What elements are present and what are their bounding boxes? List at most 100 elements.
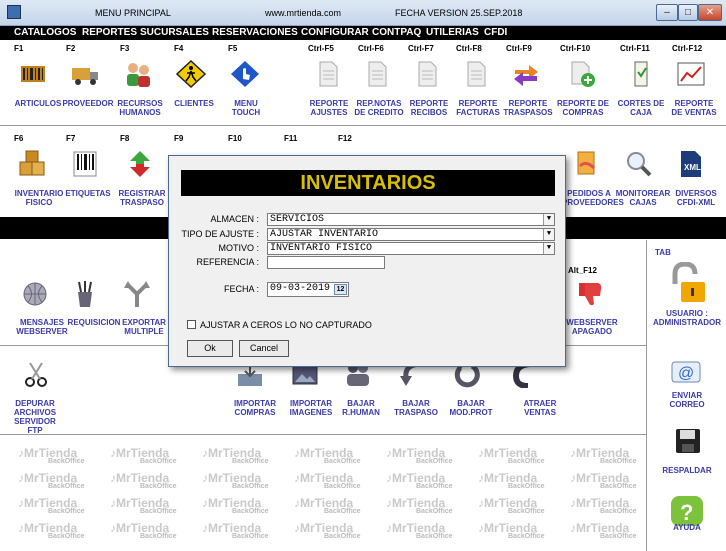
fecha-input[interactable]: 09-03-2019 12: [267, 282, 349, 297]
thumbs-down-icon[interactable]: [576, 280, 606, 308]
motivo-select[interactable]: INVENTARIO FISICO ▼: [267, 242, 555, 255]
document-icon[interactable]: [412, 60, 442, 88]
ayuda-button[interactable]: AYUDA: [647, 523, 726, 532]
clientes-button[interactable]: CLIENTES: [168, 99, 220, 108]
inventario-fisico-button[interactable]: INVENTARIO FISICO: [10, 189, 68, 207]
touch-hand-icon[interactable]: [230, 60, 260, 88]
transfer-arrows-icon[interactable]: [511, 60, 541, 88]
close-button[interactable]: ✕: [698, 4, 722, 21]
watermark-logo: ♪MrTienda BackOffice: [570, 471, 637, 490]
ajustar-ceros-checkbox[interactable]: [187, 320, 196, 329]
depurar-ftp-button[interactable]: DEPURAR ARCHIVOS SERVIDOR FTP: [10, 399, 60, 435]
menu-catalogos[interactable]: CATALOGOS: [14, 27, 76, 38]
xml-file-icon[interactable]: XML: [676, 150, 706, 178]
diversos-cfdi-button[interactable]: DIVERSOS CFDI-XML: [668, 189, 724, 207]
watermark-sub: BackOffice: [140, 458, 177, 465]
reporte-ventas-button[interactable]: REPORTE DE VENTAS: [666, 99, 722, 117]
orders-hand-icon[interactable]: [572, 150, 602, 178]
maximize-button[interactable]: □: [678, 4, 698, 21]
window-titlebar: MENU PRINCIPAL www.mrtienda.com FECHA VE…: [0, 0, 726, 26]
watermark-sub: BackOffice: [232, 533, 269, 540]
tipo-ajuste-select[interactable]: AJUSTAR INVENTARIO ▼: [267, 228, 555, 241]
fkey-f5: F5: [228, 44, 238, 53]
tab-label: TAB: [655, 248, 671, 257]
reporte-recibos-button[interactable]: REPORTE RECIBOS: [402, 99, 456, 117]
recursos-humanos-button[interactable]: RECURSOS HUMANOS: [114, 99, 166, 117]
bajar-traspaso-button[interactable]: BAJAR TRASPASO: [388, 399, 444, 417]
mensajes-webserver-button[interactable]: MENSAJES WEBSERVER: [12, 318, 72, 336]
importar-compras-button[interactable]: IMPORTAR COMPRAS: [226, 399, 284, 417]
reporte-compras-button[interactable]: REPORTE DE COMPRAS: [554, 99, 612, 117]
divider: [0, 434, 646, 435]
reporte-facturas-button[interactable]: REPORTE FACTURAS: [450, 99, 506, 117]
watermark-logo: ♪MrTienda BackOffice: [202, 521, 269, 540]
cortes-caja-button[interactable]: CORTES DE CAJA: [614, 99, 668, 117]
menu-reportes[interactable]: REPORTES: [82, 27, 137, 38]
enviar-correo-button[interactable]: ENVIAR CORREO: [647, 391, 726, 409]
pedestrian-sign-icon[interactable]: [176, 60, 206, 88]
boxes-icon[interactable]: [18, 150, 48, 178]
importar-imagenes-button[interactable]: IMPORTAR IMAGENES: [282, 399, 340, 417]
referencia-input[interactable]: [267, 256, 385, 269]
chevron-down-icon[interactable]: ▼: [543, 243, 554, 254]
almacen-select[interactable]: SERVICIOS ▼: [267, 213, 555, 226]
document-icon[interactable]: [313, 60, 343, 88]
menu-cfdi[interactable]: CFDI: [484, 27, 507, 38]
etiquetas-button[interactable]: ETIQUETAS: [62, 189, 114, 198]
calendar-icon[interactable]: 12: [334, 284, 347, 295]
padlock-icon[interactable]: [667, 262, 707, 304]
atraer-ventas-button[interactable]: ATRAER VENTAS: [512, 399, 568, 417]
receipt-check-icon[interactable]: [626, 60, 656, 88]
ok-button[interactable]: Ok: [187, 340, 233, 357]
document-icon[interactable]: [461, 60, 491, 88]
email-icon[interactable]: @: [669, 356, 703, 386]
fkey-f9: F9: [174, 134, 184, 143]
reporte-ajustes-button[interactable]: REPORTE AJUSTES: [302, 99, 356, 117]
monitorear-cajas-button[interactable]: MONITOREAR CAJAS: [612, 189, 674, 207]
menu-configurar[interactable]: CONFIGURAR: [301, 27, 369, 38]
proveedor-button[interactable]: PROVEEDOR: [62, 99, 114, 108]
menu-reservaciones[interactable]: RESERVACIONES: [212, 27, 298, 38]
scissors-icon[interactable]: [22, 360, 52, 388]
watermark-logo: ♪MrTienda BackOffice: [110, 521, 177, 540]
webserver-apagado-button[interactable]: WEBSERVER APAGADO: [562, 318, 622, 336]
requisicion-button[interactable]: REQUISICION: [66, 318, 122, 327]
minimize-button[interactable]: –: [656, 4, 678, 21]
rep-notas-credito-button[interactable]: REP.NOTAS DE CREDITO: [352, 99, 406, 117]
document-add-icon[interactable]: [567, 60, 597, 88]
respaldar-button[interactable]: RESPALDAR: [647, 466, 726, 475]
registrar-traspaso-button[interactable]: REGISTRAR TRASPASO: [114, 189, 170, 207]
articulos-button[interactable]: ARTICULOS: [12, 99, 64, 108]
usuario-label[interactable]: USUARIO : ADMINISTRADOR: [647, 309, 726, 327]
chevron-down-icon[interactable]: ▼: [543, 214, 554, 225]
watermark-logo: ♪MrTienda BackOffice: [202, 471, 269, 490]
barcode-icon[interactable]: [18, 60, 48, 88]
watermark-logo: ♪MrTienda BackOffice: [386, 446, 453, 465]
cancel-button[interactable]: Cancel: [239, 340, 289, 357]
fkey-ctrl-f11: Ctrl-F11: [620, 44, 650, 53]
chevron-down-icon[interactable]: ▼: [543, 229, 554, 240]
floppy-disk-icon[interactable]: [673, 426, 703, 456]
people-icon[interactable]: [123, 60, 153, 88]
exportar-multiple-button[interactable]: EXPORTAR MULTIPLE: [118, 318, 170, 336]
menu-touch-button[interactable]: MENU TOUCH: [220, 99, 272, 117]
reporte-traspasos-button[interactable]: REPORTE TRASPASOS: [500, 99, 556, 117]
truck-icon[interactable]: [70, 60, 100, 88]
bajar-modprot-button[interactable]: BAJAR MOD.PROT: [442, 399, 500, 417]
barcode-label-icon[interactable]: [70, 150, 100, 178]
bajar-rhuman-button[interactable]: BAJAR R.HUMAN: [334, 399, 388, 417]
pencil-cup-icon[interactable]: [70, 280, 100, 308]
motivo-value: INVENTARIO FISICO: [270, 243, 373, 254]
split-arrows-icon[interactable]: [122, 280, 152, 308]
divider: [0, 125, 726, 126]
magnifier-icon[interactable]: [624, 150, 654, 178]
pedidos-proveedores-button[interactable]: PEDIDOS A PROVEEDORES: [562, 189, 624, 207]
globe-icon[interactable]: [20, 280, 50, 308]
menu-utilerias[interactable]: UTILERIAS: [426, 27, 479, 38]
line-chart-icon[interactable]: [676, 60, 706, 88]
watermark-logo: ♪MrTienda BackOffice: [110, 496, 177, 515]
up-down-arrows-icon[interactable]: [125, 150, 155, 178]
document-icon[interactable]: [362, 60, 392, 88]
menu-contpaq[interactable]: CONTPAQ: [372, 27, 421, 38]
menu-sucursales[interactable]: SUCURSALES: [140, 27, 209, 38]
